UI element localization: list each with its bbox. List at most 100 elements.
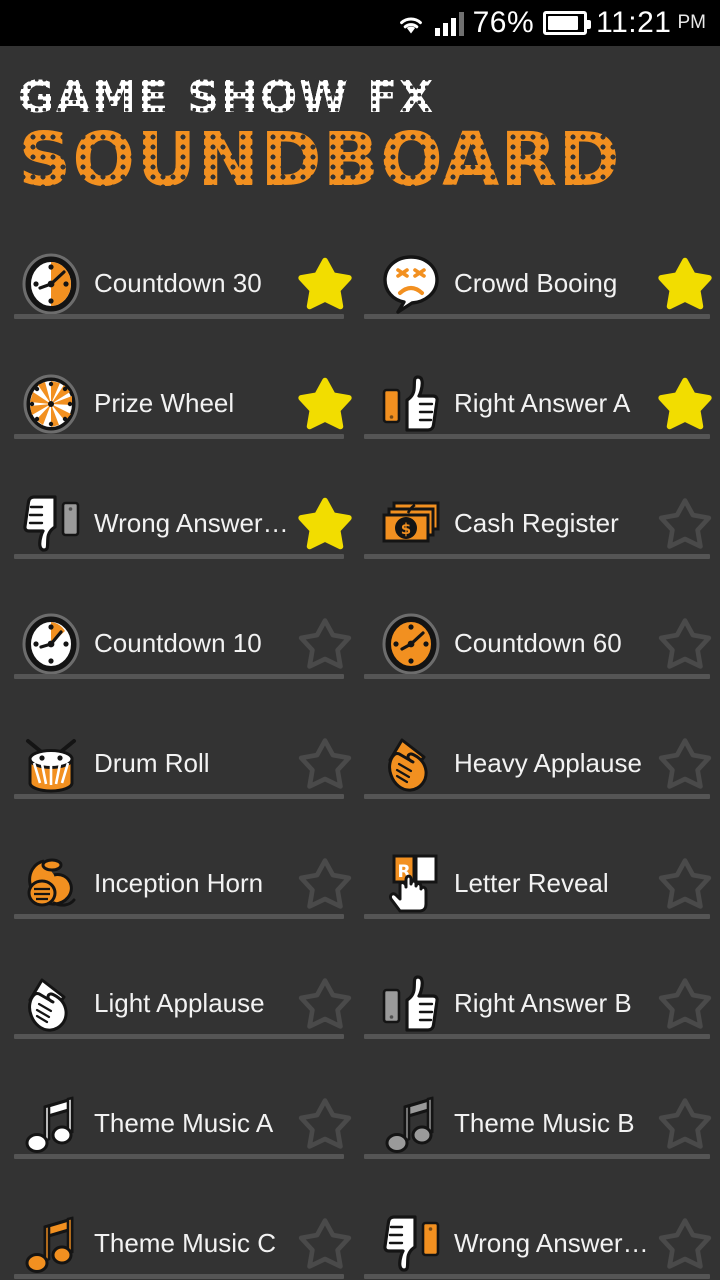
sound-item-theme-music-c[interactable]: Theme Music C (0, 1184, 360, 1280)
prize-wheel-icon (20, 373, 82, 435)
sound-item-letter-reveal[interactable]: R Letter Reveal (360, 824, 720, 944)
favorite-star-empty-icon[interactable] (656, 1215, 714, 1273)
favorite-star-empty-icon[interactable] (656, 735, 714, 793)
sound-row: Inception Horn R Letter Reveal (0, 824, 720, 944)
sound-row: Wrong Answer… $ Cash Register (0, 464, 720, 584)
favorite-star-empty-icon[interactable] (656, 855, 714, 913)
favorite-star-filled-icon[interactable] (296, 255, 354, 313)
row-divider (364, 433, 710, 439)
row-divider (14, 673, 344, 679)
app-title-line2: SOUNDBOARD (18, 117, 621, 203)
sound-item-label: Countdown 10 (94, 628, 262, 659)
sound-row: Countdown 10 Countdown 60 (0, 584, 720, 704)
sound-item-theme-music-a[interactable]: Theme Music A (0, 1064, 360, 1184)
sound-row: Drum Roll Heavy Applause (0, 704, 720, 824)
sound-item-right-answer-b[interactable]: Right Answer B (360, 944, 720, 1064)
sound-row: Light Applause Right Answer B (0, 944, 720, 1064)
row-divider (364, 1033, 710, 1039)
music-note-white-icon (20, 1093, 82, 1155)
row-divider (14, 1153, 344, 1159)
sound-item-label: Theme Music C (94, 1228, 277, 1259)
row-divider (364, 673, 710, 679)
sound-item-cash-register[interactable]: $ Cash Register (360, 464, 720, 584)
sound-row: Prize Wheel Right Answer A (0, 344, 720, 464)
row-divider (364, 1153, 710, 1159)
favorite-star-filled-icon[interactable] (656, 255, 714, 313)
sound-item-crowd-booing[interactable]: Crowd Booing (360, 224, 720, 344)
clock-ampm-label: PM (677, 12, 707, 33)
sound-item-label: Countdown 30 (94, 268, 262, 299)
sound-item-countdown-60[interactable]: Countdown 60 (360, 584, 720, 704)
sound-list[interactable]: Countdown 30 Crowd Booing Prize Wheel Ri… (0, 224, 720, 1280)
favorite-star-filled-icon[interactable] (656, 375, 714, 433)
wifi-icon (396, 10, 426, 36)
battery-percent-label: 76% (472, 6, 535, 39)
sound-item-inception-horn[interactable]: Inception Horn (0, 824, 360, 944)
row-divider (364, 553, 710, 559)
sound-item-countdown-30[interactable]: Countdown 30 (0, 224, 360, 344)
sound-item-right-answer-a[interactable]: Right Answer A (360, 344, 720, 464)
sound-item-label: Theme Music A (94, 1108, 274, 1139)
thumbs-up-gray-icon (380, 973, 442, 1035)
favorite-star-empty-icon[interactable] (296, 735, 354, 793)
clock-label: 11:21 (596, 6, 672, 39)
sound-item-label: Wrong Answer… (94, 508, 289, 539)
sound-item-drum-roll[interactable]: Drum Roll (0, 704, 360, 824)
french-horn-icon (20, 853, 82, 915)
favorite-star-empty-icon[interactable] (296, 1095, 354, 1153)
sound-item-prize-wheel[interactable]: Prize Wheel (0, 344, 360, 464)
favorite-star-empty-icon[interactable] (296, 855, 354, 913)
row-divider (364, 1273, 710, 1279)
sound-item-light-applause[interactable]: Light Applause (0, 944, 360, 1064)
row-divider (14, 313, 344, 319)
app-header: GAME SHOW FX SOUNDBOARD (0, 46, 720, 210)
sound-item-theme-music-b[interactable]: Theme Music B (360, 1064, 720, 1184)
thumbs-down-orange-icon (380, 1213, 442, 1275)
favorite-star-empty-icon[interactable] (296, 615, 354, 673)
angry-speech-bubble-icon (380, 253, 442, 315)
sound-item-label: Light Applause (94, 988, 265, 1019)
favorite-star-filled-icon[interactable] (296, 495, 354, 553)
svg-text:$: $ (401, 520, 411, 538)
favorite-star-empty-icon[interactable] (656, 615, 714, 673)
favorite-star-empty-icon[interactable] (296, 975, 354, 1033)
signal-bars-icon (434, 10, 464, 36)
music-note-orange-icon (20, 1213, 82, 1275)
row-divider (14, 793, 344, 799)
favorite-star-filled-icon[interactable] (296, 375, 354, 433)
sound-item-label: Countdown 60 (454, 628, 622, 659)
sound-item-label: Inception Horn (94, 868, 264, 899)
app-title-line1: GAME SHOW FX (18, 72, 436, 123)
row-divider (14, 433, 344, 439)
drum-icon (20, 733, 82, 795)
sound-item-label: Prize Wheel (94, 388, 235, 419)
sound-item-label: Theme Music B (454, 1108, 635, 1139)
status-bar: 76% 11:21 PM (0, 0, 720, 46)
thumbs-up-orange-icon (380, 373, 442, 435)
sound-item-heavy-applause[interactable]: Heavy Applause (360, 704, 720, 824)
clapping-hands-white-icon (20, 973, 82, 1035)
sound-item-label: Letter Reveal (454, 868, 609, 899)
favorite-star-empty-icon[interactable] (656, 975, 714, 1033)
sound-item-label: Cash Register (454, 508, 619, 539)
sound-item-wrong-answer[interactable]: Wrong Answer… (0, 464, 360, 584)
sound-item-label: Wrong Answer… (454, 1228, 649, 1259)
row-divider (14, 1273, 344, 1279)
sound-item-wrong-answer[interactable]: Wrong Answer… (360, 1184, 720, 1280)
battery-icon (543, 11, 592, 35)
favorite-star-empty-icon[interactable] (296, 1215, 354, 1273)
sound-item-label: Heavy Applause (454, 748, 642, 779)
clock-small-wedge-icon (20, 613, 82, 675)
favorite-star-empty-icon[interactable] (656, 495, 714, 553)
money-stack-icon: $ (380, 493, 442, 555)
sound-item-label: Right Answer A (454, 388, 631, 419)
row-divider (364, 913, 710, 919)
letter-tiles-hand-icon: R (380, 853, 442, 915)
thumbs-down-gray-icon (20, 493, 82, 555)
clapping-hands-orange-icon (380, 733, 442, 795)
clock-half-orange-icon (20, 253, 82, 315)
sound-item-countdown-10[interactable]: Countdown 10 (0, 584, 360, 704)
favorite-star-empty-icon[interactable] (656, 1095, 714, 1153)
sound-row: Theme Music C Wrong Answer… (0, 1184, 720, 1280)
sound-item-label: Right Answer B (454, 988, 632, 1019)
